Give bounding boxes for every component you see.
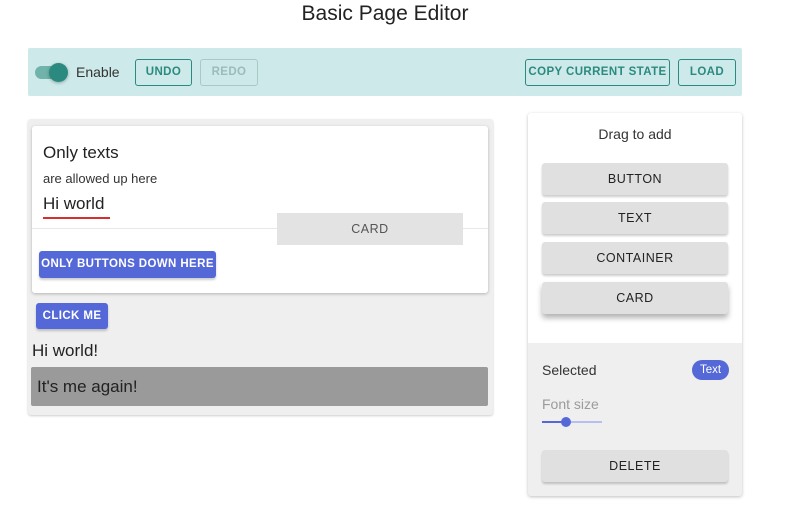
toggle-thumb — [49, 63, 68, 82]
gray-container[interactable]: It's me again! — [31, 367, 488, 406]
palette-button-item[interactable]: BUTTON — [542, 163, 728, 195]
editor-card[interactable]: Only texts are allowed up here Hi world … — [32, 126, 488, 293]
drag-to-add-title: Drag to add — [598, 126, 672, 142]
text-hi-world-selected[interactable]: Hi world — [43, 194, 104, 214]
toolbar: Enable UNDO REDO COPY CURRENT STATE LOAD — [28, 48, 742, 96]
font-size-label: Font size — [542, 396, 599, 412]
enable-label: Enable — [76, 64, 120, 80]
delete-button[interactable]: DELETE — [542, 450, 728, 482]
side-panel: Drag to add BUTTON TEXT CONTAINER CARD S… — [528, 113, 742, 496]
undo-button[interactable]: UNDO — [135, 59, 192, 86]
selected-type-chip: Text — [692, 360, 729, 380]
selected-label: Selected — [542, 362, 597, 378]
palette-text-item[interactable]: TEXT — [542, 202, 728, 234]
copy-current-state-button[interactable]: COPY CURRENT STATE — [525, 59, 670, 86]
font-size-slider[interactable] — [542, 416, 602, 428]
component-palette: Drag to add BUTTON TEXT CONTAINER CARD — [528, 113, 742, 343]
text-its-me-again[interactable]: It's me again! — [37, 377, 138, 397]
selection-underline — [43, 217, 110, 219]
slider-thumb[interactable] — [561, 417, 571, 427]
editor-canvas[interactable]: Only texts are allowed up here Hi world … — [28, 119, 493, 415]
text-hi-world[interactable]: Hi world! — [32, 341, 98, 361]
only-buttons-button[interactable]: ONLY BUTTONS DOWN HERE — [39, 251, 216, 278]
click-me-button[interactable]: CLICK ME — [36, 303, 108, 329]
drag-ghost-card: CARD — [277, 213, 463, 245]
page-title: Basic Page Editor — [301, 2, 469, 25]
text-only-texts[interactable]: Only texts — [43, 143, 119, 163]
palette-card-item[interactable]: CARD — [542, 282, 728, 314]
redo-button[interactable]: REDO — [200, 59, 258, 86]
palette-container-item[interactable]: CONTAINER — [542, 242, 728, 274]
text-allowed-up-here[interactable]: are allowed up here — [43, 171, 157, 186]
enable-toggle[interactable] — [35, 63, 69, 82]
load-button[interactable]: LOAD — [678, 59, 736, 86]
